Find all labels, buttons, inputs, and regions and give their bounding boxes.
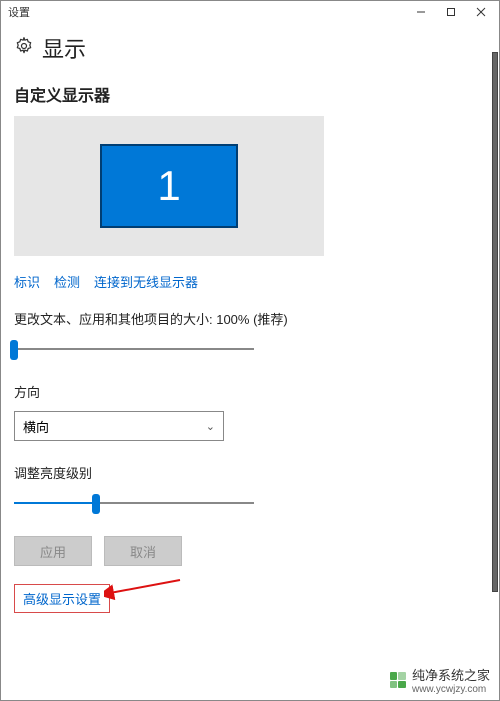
watermark-text: 纯净系统之家 [412, 668, 490, 683]
watermark: 纯净系统之家 www.ycwjzy.com [390, 665, 490, 695]
apply-button[interactable]: 应用 [14, 536, 92, 566]
orientation-dropdown[interactable]: 横向 ⌄ [14, 411, 224, 441]
detect-link[interactable]: 检测 [54, 272, 80, 291]
scale-slider[interactable] [14, 338, 254, 362]
connect-wireless-link[interactable]: 连接到无线显示器 [94, 272, 198, 291]
page-title: 显示 [42, 32, 86, 64]
annotation-arrow [104, 577, 184, 607]
identify-link[interactable]: 标识 [14, 272, 40, 291]
display-arrangement-preview[interactable]: 1 [14, 116, 324, 256]
chevron-down-icon: ⌄ [206, 420, 215, 433]
orientation-value: 横向 [23, 417, 49, 436]
section-heading: 自定义显示器 [14, 82, 486, 106]
cancel-button[interactable]: 取消 [104, 536, 182, 566]
monitor-number: 1 [157, 162, 180, 210]
gear-icon [14, 36, 34, 61]
watermark-url: www.ycwjzy.com [412, 684, 490, 695]
watermark-logo-icon [390, 672, 406, 688]
monitor-tile-1[interactable]: 1 [100, 144, 238, 228]
advanced-display-settings-link[interactable]: 高级显示设置 [14, 584, 110, 613]
brightness-label: 调整亮度级别 [14, 463, 486, 482]
scale-label: 更改文本、应用和其他项目的大小: 100% (推荐) [14, 309, 486, 328]
brightness-slider[interactable] [14, 492, 254, 516]
orientation-label: 方向 [14, 382, 486, 401]
